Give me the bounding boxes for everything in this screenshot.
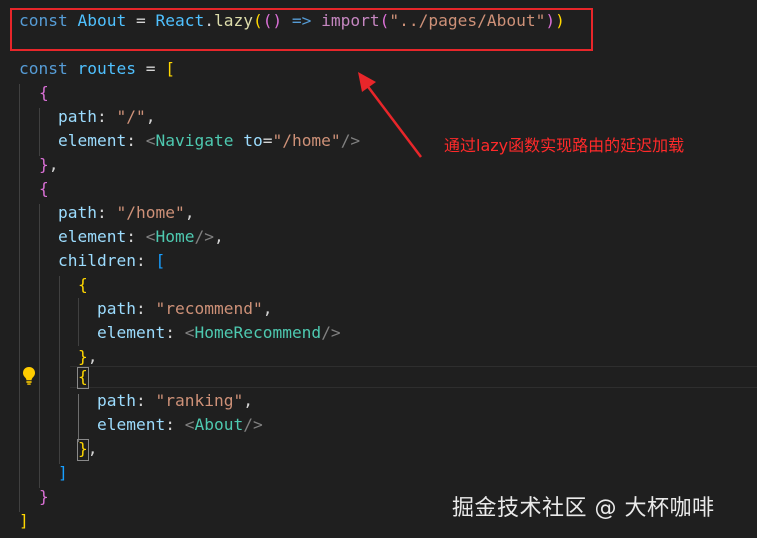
watermark: 掘金技术社区 @ 大杯咖啡 bbox=[452, 496, 715, 521]
annotation-text: 通过lazy函数实现路由的延迟加载 bbox=[444, 136, 685, 155]
red-arrow bbox=[358, 72, 422, 158]
